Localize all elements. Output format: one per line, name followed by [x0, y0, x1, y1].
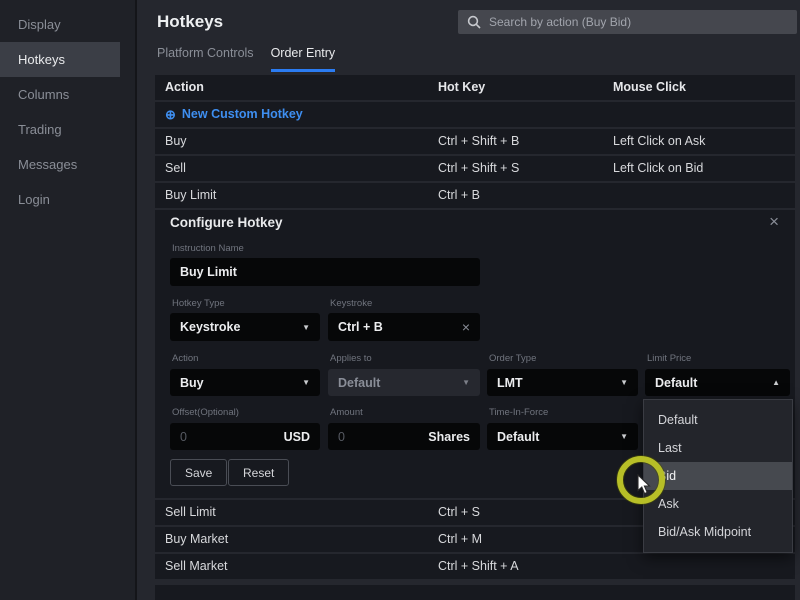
search-input[interactable] — [489, 15, 788, 29]
applies-to-dropdown: Default ▼ — [328, 369, 480, 396]
tab-platform-controls[interactable]: Platform Controls — [157, 46, 254, 72]
settings-sidebar: Display Hotkeys Columns Trading Messages… — [0, 0, 137, 600]
row-hotkey: Ctrl + M — [438, 527, 482, 552]
clear-icon[interactable]: × — [462, 319, 470, 335]
sidebar-item-login[interactable]: Login — [0, 182, 135, 217]
close-icon[interactable]: × — [769, 212, 779, 232]
amount-unit: Shares — [428, 430, 470, 444]
limit-price-label: Limit Price — [647, 353, 691, 364]
row-hotkey: Ctrl + S — [438, 500, 480, 525]
order-type-dropdown[interactable]: LMT ▼ — [487, 369, 638, 396]
table-row-partial — [155, 585, 795, 600]
reset-button[interactable]: Reset — [228, 459, 289, 486]
sidebar-item-hotkeys[interactable]: Hotkeys — [0, 42, 120, 77]
chevron-down-icon: ▼ — [620, 432, 628, 441]
offset-input[interactable]: 0 USD — [170, 423, 320, 450]
amount-label: Amount — [330, 407, 363, 418]
table-row[interactable]: Buy Ctrl + Shift + B Left Click on Ask — [155, 129, 795, 154]
row-hotkey: Ctrl + Shift + B — [438, 129, 519, 154]
chevron-up-icon: ▲ — [772, 378, 780, 387]
hotkey-type-dropdown[interactable]: Keystroke ▼ — [170, 313, 320, 341]
instruction-name-label: Instruction Name — [172, 243, 244, 254]
panel-title: Configure Hotkey — [170, 215, 283, 230]
hotkey-type-label: Hotkey Type — [172, 298, 225, 309]
row-action: Sell Limit — [165, 500, 216, 525]
applies-to-label: Applies to — [330, 353, 372, 364]
column-header-action: Action — [165, 75, 204, 100]
hotkeys-tabs: Platform Controls Order Entry — [157, 46, 335, 72]
table-row[interactable]: Sell Ctrl + Shift + S Left Click on Bid — [155, 156, 795, 181]
limit-price-dropdown[interactable]: Default ▲ — [645, 369, 790, 396]
menu-item-bid-ask-midpoint[interactable]: Bid/Ask Midpoint — [644, 518, 792, 546]
sidebar-item-columns[interactable]: Columns — [0, 77, 135, 112]
row-action: Buy Market — [165, 527, 228, 552]
offset-unit: USD — [284, 430, 310, 444]
keystroke-label: Keystroke — [330, 298, 372, 309]
row-mouse-click: Left Click on Bid — [613, 156, 703, 181]
row-hotkey: Ctrl + Shift + S — [438, 156, 519, 181]
chevron-down-icon: ▼ — [302, 323, 310, 332]
sidebar-item-trading[interactable]: Trading — [0, 112, 135, 147]
menu-item-last[interactable]: Last — [644, 434, 792, 462]
order-type-label: Order Type — [489, 353, 536, 364]
menu-item-bid[interactable]: Bid — [644, 462, 792, 490]
time-in-force-label: Time-In-Force — [489, 407, 548, 418]
menu-item-ask[interactable]: Ask — [644, 490, 792, 518]
offset-label: Offset(Optional) — [172, 407, 239, 418]
amount-input[interactable]: 0 Shares — [328, 423, 480, 450]
action-label: Action — [172, 353, 198, 364]
row-action: Buy Limit — [165, 183, 216, 208]
tab-order-entry[interactable]: Order Entry — [271, 46, 336, 72]
row-action: Sell Market — [165, 554, 228, 579]
table-row[interactable]: Buy Limit Ctrl + B — [155, 183, 795, 208]
search-box[interactable] — [458, 10, 797, 34]
row-mouse-click: Left Click on Ask — [613, 129, 705, 154]
new-custom-hotkey-row[interactable]: ⊕ New Custom Hotkey — [155, 102, 795, 127]
table-header-row: Action Hot Key Mouse Click — [155, 75, 795, 100]
row-action: Buy — [165, 129, 187, 154]
keystroke-input[interactable]: Ctrl + B × — [328, 313, 480, 341]
row-hotkey: Ctrl + B — [438, 183, 480, 208]
new-custom-hotkey-label: New Custom Hotkey — [182, 102, 303, 127]
search-icon — [467, 15, 481, 29]
save-button[interactable]: Save — [170, 459, 227, 486]
chevron-down-icon: ▼ — [620, 378, 628, 387]
column-header-mouse-click: Mouse Click — [613, 75, 686, 100]
page-title: Hotkeys — [157, 12, 223, 32]
sidebar-item-display[interactable]: Display — [0, 7, 135, 42]
sidebar-item-messages[interactable]: Messages — [0, 147, 135, 182]
row-action: Sell — [165, 156, 186, 181]
row-hotkey: Ctrl + Shift + A — [438, 554, 519, 579]
chevron-down-icon: ▼ — [462, 378, 470, 387]
instruction-name-value: Buy Limit — [180, 265, 237, 279]
time-in-force-dropdown[interactable]: Default ▼ — [487, 423, 638, 450]
column-header-hotkey: Hot Key — [438, 75, 485, 100]
instruction-name-input[interactable]: Buy Limit — [170, 258, 480, 286]
limit-price-menu: Default Last Bid Ask Bid/Ask Midpoint — [643, 399, 793, 553]
chevron-down-icon: ▼ — [302, 378, 310, 387]
table-row[interactable]: Sell Market Ctrl + Shift + A — [155, 554, 795, 579]
action-dropdown[interactable]: Buy ▼ — [170, 369, 320, 396]
menu-item-default[interactable]: Default — [644, 406, 792, 434]
plus-circle-icon: ⊕ — [165, 102, 176, 127]
